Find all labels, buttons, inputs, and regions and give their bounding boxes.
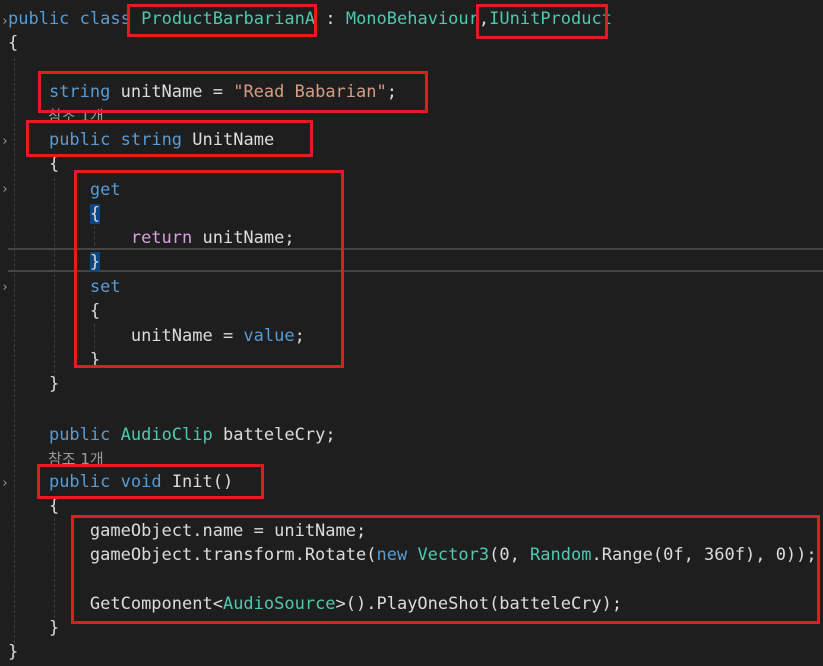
brace: { (48, 154, 60, 174)
code-editor[interactable]: › › › › › public class ProductBarbarianA… (0, 0, 823, 666)
brace: { (48, 496, 60, 516)
colon: : (315, 9, 346, 29)
code-line-class-close[interactable]: } (8, 640, 18, 664)
brace: } (48, 618, 60, 638)
annotation-box-init-body (71, 515, 820, 624)
brace: { (8, 33, 19, 53)
code-line-class-open-brace[interactable]: { (8, 31, 18, 55)
base-class-name: MonoBehaviour (345, 9, 479, 29)
annotation-box-interface (476, 4, 608, 39)
code-line-init-close[interactable]: } (8, 616, 59, 640)
brace: } (48, 374, 60, 394)
type-name: AudioClip (120, 425, 213, 445)
keyword-public: public (48, 425, 111, 445)
keyword-class: class (79, 9, 131, 29)
annotation-box-accessors (74, 170, 344, 368)
code-line-audioclip[interactable]: public AudioClip batteleCry; (8, 423, 336, 447)
code-line-property-close[interactable]: } (8, 372, 59, 396)
annotation-box-property (26, 120, 313, 157)
keyword-public: public (8, 9, 70, 29)
annotation-box-field (38, 71, 428, 113)
field-name: batteleCry; (212, 425, 336, 445)
annotation-box-init-signature (37, 464, 264, 499)
annotation-box-class-name (127, 4, 317, 37)
brace: } (8, 642, 19, 662)
